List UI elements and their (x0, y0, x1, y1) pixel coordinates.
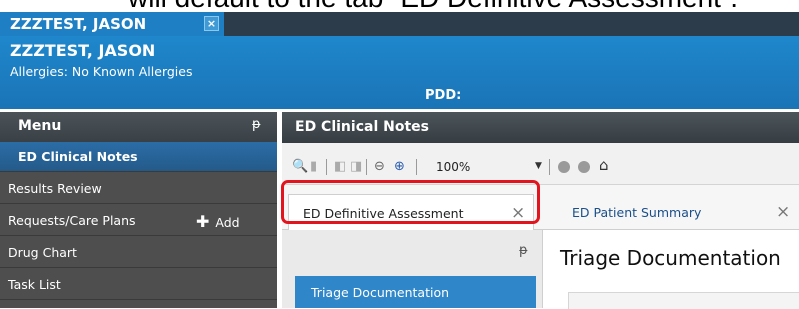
next-icon[interactable]: ◨ (350, 160, 362, 174)
patient-tab-strip: ZZZTEST, JASON × (0, 12, 799, 36)
plus-icon: ✚ (196, 212, 210, 231)
circle-icon[interactable] (578, 161, 590, 173)
chevron-down-icon[interactable]: ▼ (535, 161, 542, 171)
form-box (568, 292, 799, 309)
patient-banner: ZZZTEST, JASON Allergies: No Known Aller… (0, 36, 799, 109)
toolbar: 🔍 ▮ ◧ ◨ ⊖ ⊕ 100% ▼ ⌂ (282, 143, 799, 185)
menu-item-ed-clinical-notes[interactable]: ED Clinical Notes (0, 142, 277, 172)
pin-icon[interactable]: ᵽ (252, 117, 261, 132)
menu-item-task-list[interactable]: Task List (0, 270, 277, 300)
instruction-caption: will default to the tab “ED Definitive A… (0, 0, 799, 12)
page-icon[interactable]: ▮ (310, 160, 317, 174)
add-label: Add (215, 215, 240, 230)
menu-item-results-review[interactable]: Results Review (0, 174, 277, 204)
zoom-in-icon[interactable]: ⊕ (394, 160, 405, 174)
circle-icon[interactable] (558, 161, 570, 173)
menu-panel: Menu ᵽ ED Clinical Notes Results Review … (0, 112, 277, 308)
content-header: ED Clinical Notes (282, 112, 799, 143)
add-button[interactable]: ✚ Add (196, 212, 240, 231)
toolbar-separator (366, 159, 367, 175)
menu-item-label: ED Clinical Notes (18, 149, 138, 164)
toolbar-separator (416, 159, 417, 175)
triage-documentation-button[interactable]: Triage Documentation (295, 276, 536, 308)
triage-button-label: Triage Documentation (311, 285, 450, 300)
patient-tab[interactable]: ZZZTEST, JASON × (0, 12, 224, 36)
menu-header: Menu ᵽ (0, 112, 277, 142)
binoculars-icon[interactable]: 🔍 (292, 160, 308, 174)
zoom-level[interactable]: 100% (436, 160, 470, 174)
patient-tab-name: ZZZTEST, JASON (10, 15, 147, 33)
toolbar-separator (549, 159, 550, 175)
tab-ed-patient-summary[interactable]: ED Patient Summary × (558, 194, 799, 230)
menu-item-label: Results Review (8, 181, 102, 196)
menu-item-requests-care-plans[interactable]: Requests/Care Plans ✚ Add (0, 206, 277, 236)
section-title: Triage Documentation (560, 246, 781, 270)
close-icon[interactable]: × (204, 16, 219, 31)
menu-title: Menu (18, 118, 62, 134)
pin-icon[interactable]: ᵽ (519, 243, 528, 258)
close-icon[interactable]: × (776, 202, 790, 222)
document-main-panel: Triage Documentation (543, 230, 799, 309)
banner-patient-name: ZZZTEST, JASON (10, 41, 156, 60)
menu-item-label: Requests/Care Plans (8, 213, 136, 228)
previous-icon[interactable]: ◧ (334, 160, 346, 174)
toolbar-separator (326, 159, 327, 175)
zoom-out-icon[interactable]: ⊖ (374, 160, 385, 174)
section-nav-panel: ᵽ Triage Documentation (282, 230, 543, 308)
allergies-text: Allergies: No Known Allergies (10, 64, 193, 79)
home-icon[interactable]: ⌂ (599, 158, 609, 173)
highlight-box (281, 180, 540, 224)
caption-text: will default to the tab “ED Definitive A… (128, 0, 738, 12)
page-title: ED Clinical Notes (295, 119, 429, 135)
tab-label: ED Patient Summary (572, 205, 702, 220)
menu-item-label: Drug Chart (8, 245, 77, 260)
menu-item-drug-chart[interactable]: Drug Chart (0, 238, 277, 268)
menu-item-label: Task List (8, 277, 61, 292)
pdd-label: PDD: (425, 88, 462, 103)
